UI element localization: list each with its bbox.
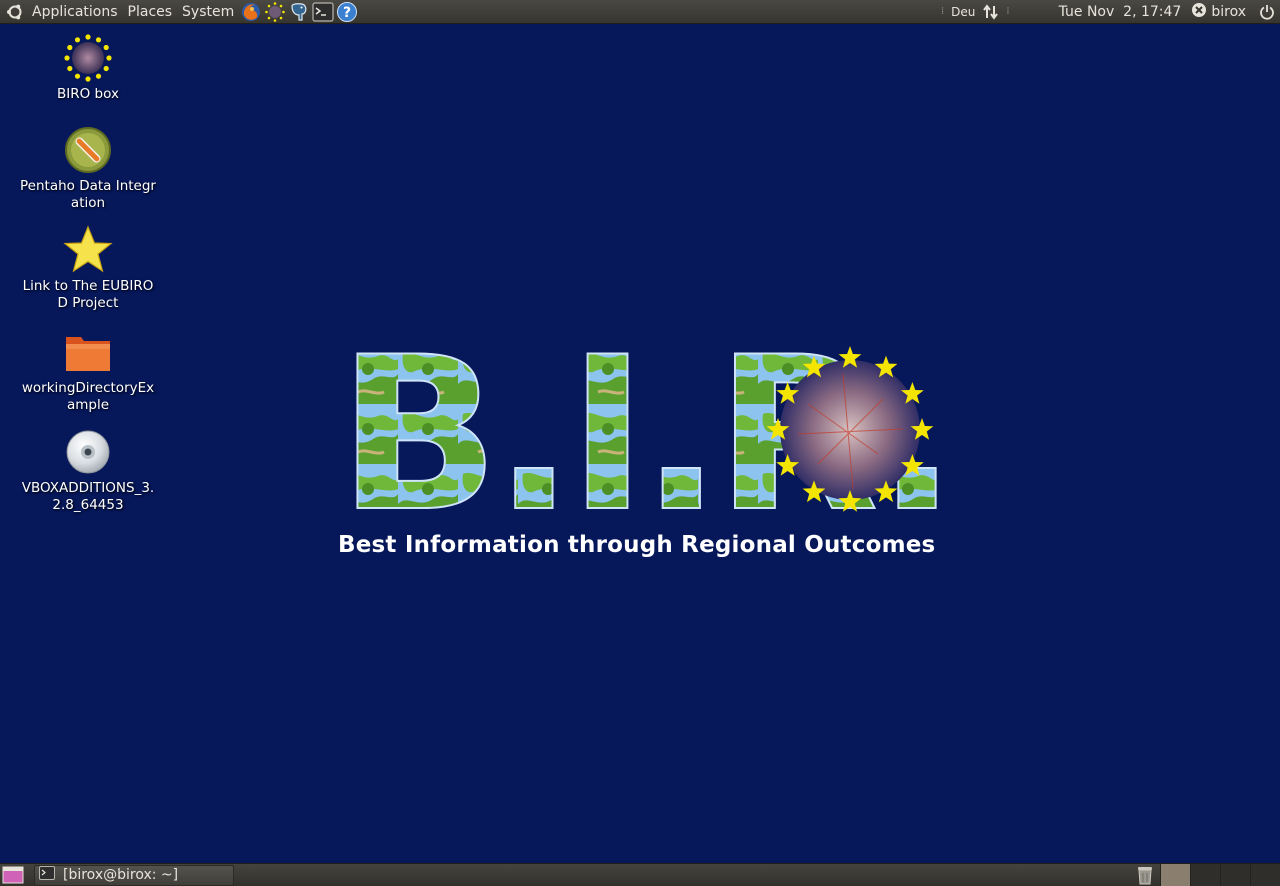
menu-system[interactable]: System (177, 0, 239, 24)
desktop-icon-working-directory[interactable]: workingDirectoryExample (13, 326, 163, 414)
taskbar-window-terminal[interactable]: [birox@birox: ~] (34, 864, 234, 886)
desktop-icon-label: Link to The EUBIROD Project (22, 278, 154, 311)
show-desktop-icon[interactable] (0, 864, 26, 886)
folder-icon (62, 326, 114, 378)
power-icon[interactable] (1254, 4, 1280, 20)
taskbar-window-title: [birox@birox: ~] (63, 867, 179, 883)
desktop-icon-pentaho[interactable]: Pentaho Data Integration (13, 124, 163, 212)
panel-separator: ⁞ (940, 6, 945, 17)
user-menu[interactable]: birox (1187, 2, 1254, 22)
bottom-panel: [birox@birox: ~] (0, 863, 1280, 886)
keyboard-layout-indicator[interactable]: Deu (947, 5, 979, 19)
biro-wallpaper-logo: B.I.R. Best Information through Regional… (338, 344, 938, 564)
help-icon[interactable]: ? (336, 1, 358, 23)
panel-separator: ⁞ (1006, 6, 1010, 17)
network-updown-icon[interactable] (980, 1, 1002, 23)
user-status-icon (1191, 2, 1207, 22)
postgres-elephant-icon[interactable] (288, 1, 310, 23)
workspace-4[interactable] (1250, 864, 1280, 886)
svg-text:?: ? (343, 5, 351, 21)
user-name: birox (1211, 3, 1246, 20)
desktop-icon-label: Pentaho Data Integration (20, 178, 156, 211)
desktop-icon-biro-box[interactable]: BIRO box (13, 32, 163, 103)
ubuntu-logo-icon[interactable] (4, 1, 26, 23)
pentaho-icon (62, 124, 114, 176)
desktop-icon-vbox-additions[interactable]: VBOXADDITIONS_3.2.8_64453 (13, 426, 163, 514)
top-panel: Applications Places System ? ⁞ Deu ⁞ Tue… (0, 0, 1280, 24)
workspace-3[interactable] (1220, 864, 1250, 886)
desktop-icon-eubirod-link[interactable]: Link to The EUBIROD Project (13, 224, 163, 312)
terminal-icon[interactable] (312, 1, 334, 23)
star-link-icon (62, 224, 114, 276)
menu-places[interactable]: Places (123, 0, 178, 24)
desktop-icon-label: workingDirectoryExample (21, 380, 155, 413)
workspace-2[interactable] (1190, 864, 1220, 886)
cd-rom-icon (62, 426, 114, 478)
biro-launcher-icon[interactable] (264, 1, 286, 23)
biro-globe-icon (62, 32, 114, 84)
clock[interactable]: Tue Nov 2, 17:47 (1053, 4, 1188, 20)
biro-tagline: Best Information through Regional Outcom… (338, 532, 936, 558)
firefox-icon[interactable] (240, 1, 262, 23)
desktop-icon-label: BIRO box (57, 86, 119, 102)
workspace-1[interactable] (1160, 864, 1190, 886)
biro-logo-graphic: B.I.R. (338, 344, 938, 524)
terminal-icon (39, 866, 55, 884)
desktop-icon-label: VBOXADDITIONS_3.2.8_64453 (21, 480, 155, 513)
trash-icon[interactable] (1130, 865, 1160, 885)
menu-applications[interactable]: Applications (27, 0, 123, 24)
